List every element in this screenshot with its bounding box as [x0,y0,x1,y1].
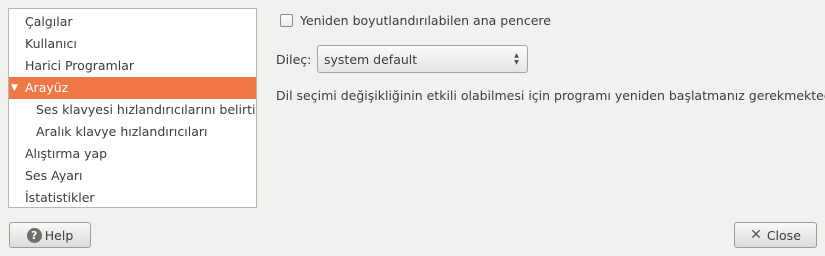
resizable-window-label: Yeniden boyutlandırılabilen ana pencere [300,12,551,28]
tree-item-ses-ayari[interactable]: Ses Ayarı [9,165,256,187]
tree-item-arayuz[interactable]: ▼ Arayüz [9,77,256,99]
tree-item-label: Aralık klavye hızlandırıcıları [36,124,208,139]
restart-note: Dil seçimi değişikliğinin etkili olabilm… [276,88,825,103]
close-button[interactable]: ✕ Close [734,222,817,248]
language-select[interactable]: system default ▲ ▼ [317,45,528,73]
tree-item-label: Ses klavyesi hızlandırıcılarını belirtin [36,102,257,117]
tree-item-label: Harici Programlar [25,58,135,73]
expander-arrow-icon[interactable]: ▼ [11,77,18,99]
language-label: Dileç: [276,52,312,67]
tree-item-label: Kullanıcı [25,36,77,51]
close-icon: ✕ [750,227,762,243]
tree-item-kullanici[interactable]: Kullanıcı [9,33,256,55]
category-tree[interactable]: Çalgılar Kullanıcı Harici Programlar ▼ A… [8,8,257,208]
resizable-window-option[interactable]: Yeniden boyutlandırılabilen ana pencere [280,10,551,30]
help-icon: ? [26,227,42,243]
tree-item-label: Arayüz [25,80,69,95]
tree-item-label: Alıştırma yap [25,146,108,161]
tree-item-ses-klavyesi[interactable]: Ses klavyesi hızlandırıcılarını belirtin [9,99,256,121]
help-button-label: Help [44,227,74,243]
tree-item-label: Çalgılar [25,14,73,29]
tree-item-istatistikler[interactable]: İstatistikler [9,187,256,207]
tree-item-calgilar[interactable]: Çalgılar [9,11,256,33]
resizable-window-checkbox[interactable] [280,13,293,27]
language-select-value: system default [324,51,418,67]
help-button[interactable]: ? Help [9,222,91,248]
tree-item-label: Ses Ayarı [25,168,83,183]
tree-item-label: İstatistikler [25,190,95,205]
tree-item-alistirma-yap[interactable]: Alıştırma yap [9,143,256,165]
tree-item-harici-programlar[interactable]: Harici Programlar [9,55,256,77]
close-button-label: Close [766,227,801,243]
updown-arrows-icon: ▲ ▼ [514,52,519,66]
tree-item-aralik-klavye[interactable]: Aralık klavye hızlandırıcıları [9,121,256,143]
